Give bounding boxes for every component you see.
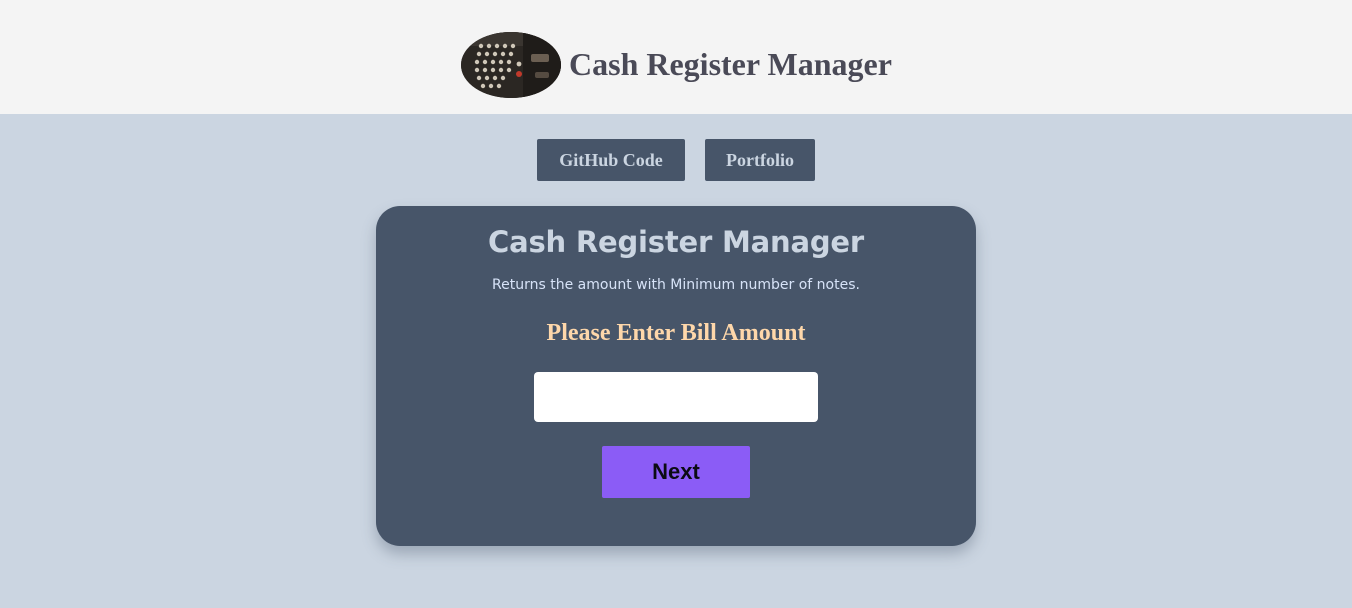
card-title: Cash Register Manager <box>488 225 864 259</box>
bill-amount-input[interactable] <box>534 372 818 422</box>
bill-amount-label: Please Enter Bill Amount <box>546 320 806 346</box>
card-subtitle: Returns the amount with Minimum number o… <box>492 277 860 293</box>
next-button[interactable]: Next <box>602 446 750 498</box>
register-card: Cash Register Manager Returns the amount… <box>376 206 976 546</box>
header-title: Cash Register Manager <box>569 46 892 82</box>
github-code-button[interactable]: GitHub Code <box>537 139 685 181</box>
portfolio-button[interactable]: Portfolio <box>705 139 815 181</box>
cash-register-logo-icon <box>461 32 561 98</box>
site-header: Cash Register Manager <box>0 0 1352 114</box>
